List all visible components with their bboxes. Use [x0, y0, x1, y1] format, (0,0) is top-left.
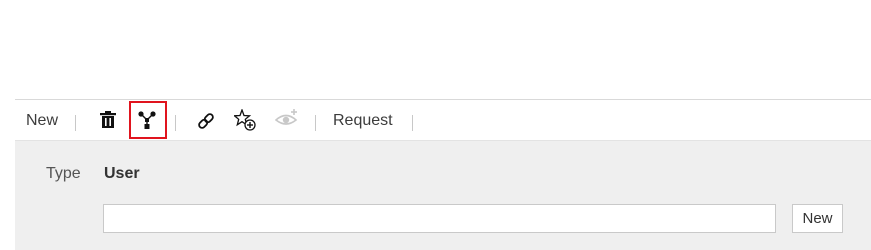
search-input[interactable]: [103, 204, 776, 233]
toolbar-separator: [315, 115, 316, 131]
hierarchy-button-highlight: [129, 101, 167, 139]
star-add-icon[interactable]: [233, 108, 257, 132]
type-label: Type: [46, 165, 81, 182]
new-button[interactable]: New: [26, 100, 58, 141]
toolbar-separator: [412, 115, 413, 131]
watch-add-icon: [274, 106, 300, 132]
toolbar-separator: [175, 115, 176, 131]
request-button[interactable]: Request: [333, 100, 393, 141]
link-icon[interactable]: [195, 110, 217, 132]
trash-icon[interactable]: [97, 109, 119, 131]
form-panel: [15, 141, 871, 250]
toolbar-separator: [75, 115, 76, 131]
new-item-button[interactable]: New: [792, 204, 843, 233]
type-value: User: [104, 165, 140, 182]
